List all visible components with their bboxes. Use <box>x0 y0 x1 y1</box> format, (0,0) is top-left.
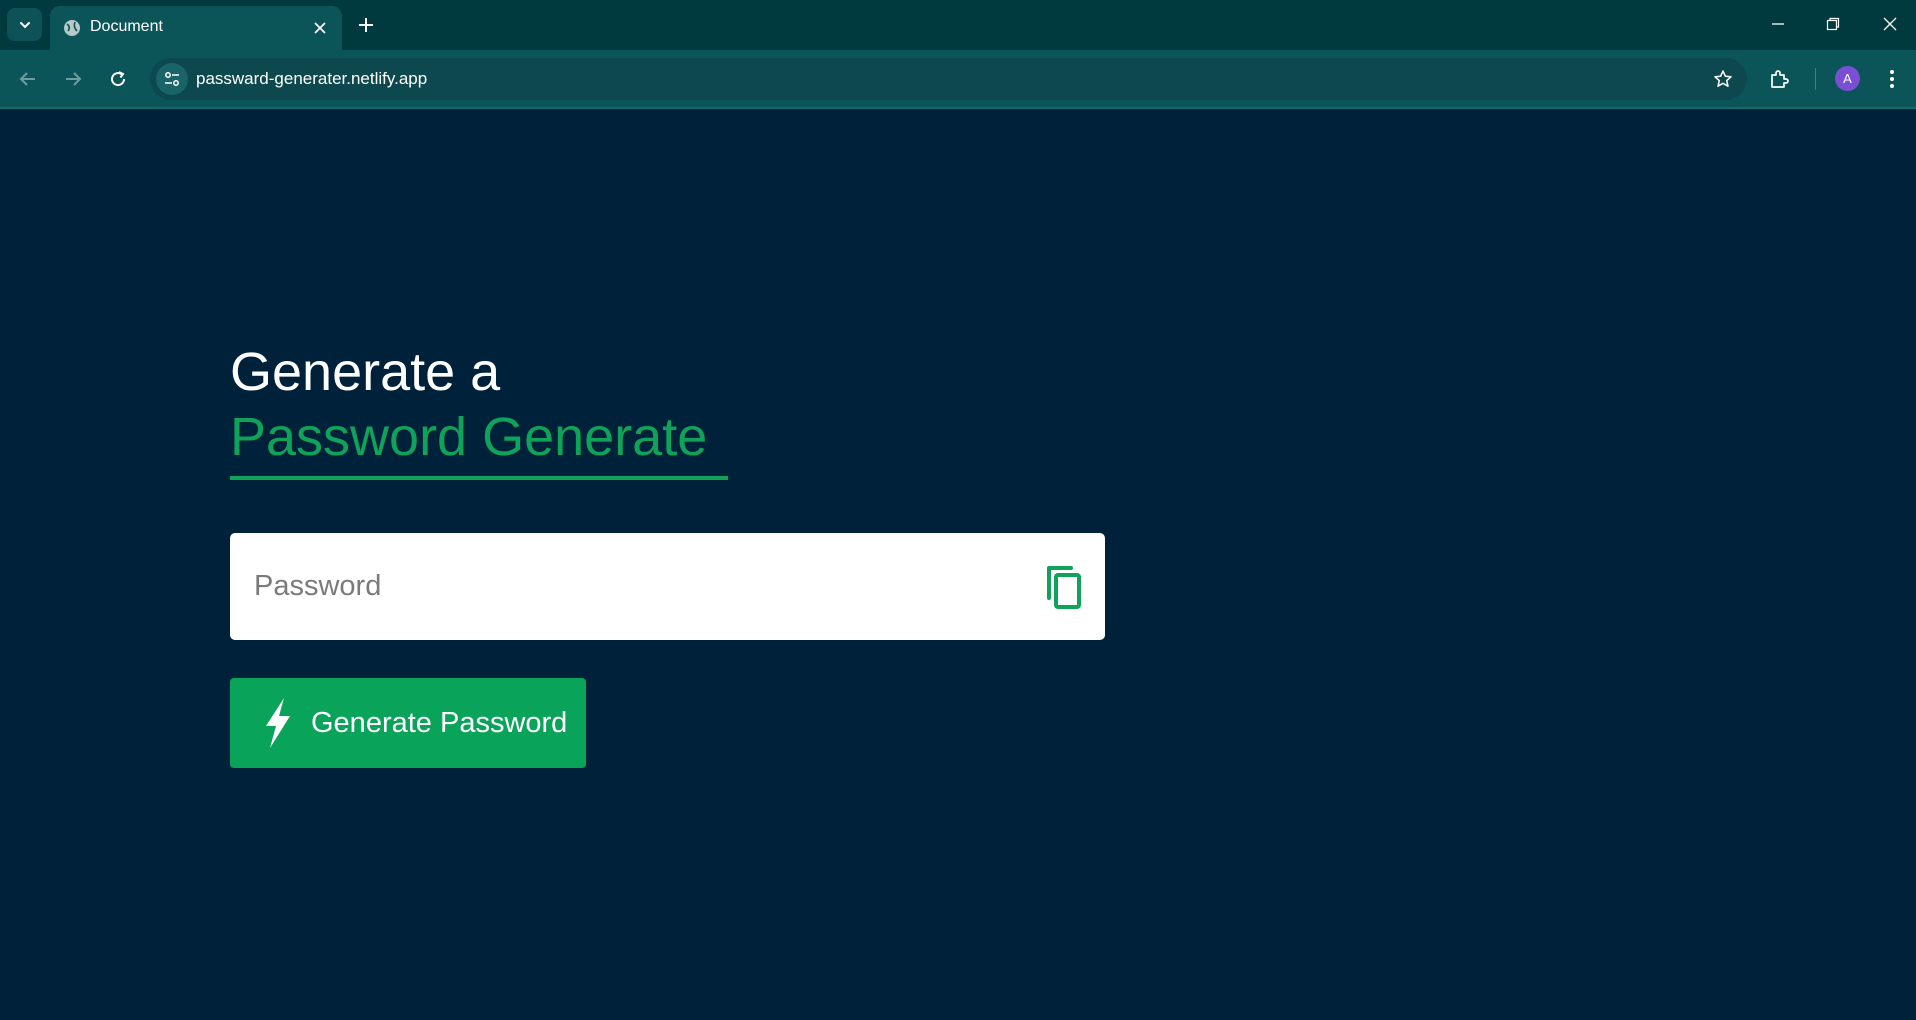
globe-icon <box>64 20 80 36</box>
minimize-button[interactable] <box>1756 6 1800 42</box>
address-bar[interactable]: passward-generater.netlify.app <box>150 58 1747 100</box>
reload-button[interactable] <box>101 62 135 96</box>
tab-title: Document <box>90 18 163 35</box>
url-text: passward-generater.netlify.app <box>196 69 428 88</box>
puzzle-icon <box>1771 70 1789 88</box>
generate-password-label: Generate Password <box>311 707 568 739</box>
restore-icon <box>1826 17 1840 31</box>
close-window-button[interactable] <box>1868 6 1912 42</box>
heading-line-1: Generate a <box>230 342 501 402</box>
copy-button[interactable] <box>1041 563 1085 611</box>
chevron-down-icon <box>19 21 30 28</box>
new-tab-button[interactable] <box>352 11 380 39</box>
browser-toolbar: passward-generater.netlify.app <box>0 50 1916 108</box>
forward-button[interactable] <box>56 62 90 96</box>
tab-search-button[interactable] <box>7 8 42 41</box>
active-tab[interactable]: Document <box>50 6 342 50</box>
generate-password-button[interactable]: Generate Password <box>230 678 586 768</box>
copy-icon <box>1047 566 1081 609</box>
tune-icon <box>165 72 179 86</box>
browser-tab-strip: Document <box>0 0 1916 50</box>
password-input[interactable] <box>254 563 994 609</box>
bookmark-button[interactable] <box>1711 67 1735 91</box>
restore-button[interactable] <box>1811 6 1855 42</box>
toolbar-divider <box>1815 68 1816 90</box>
reload-icon <box>111 71 126 87</box>
arrow-left-icon <box>19 72 35 86</box>
minimize-icon <box>1772 23 1784 25</box>
extensions-button[interactable] <box>1763 62 1797 96</box>
close-icon <box>1883 17 1897 31</box>
tab-close-button[interactable] <box>310 18 330 38</box>
lightning-icon <box>266 698 290 748</box>
star-icon <box>1714 70 1732 87</box>
heading-underline <box>230 476 728 480</box>
profile-avatar[interactable]: A <box>1835 66 1860 91</box>
site-info-button[interactable] <box>156 63 188 95</box>
password-box <box>230 533 1105 640</box>
plus-icon <box>359 18 373 32</box>
close-icon <box>314 22 326 34</box>
heading-line-2: Password Generate <box>230 407 708 467</box>
browser-menu-button[interactable] <box>1880 62 1904 96</box>
more-vertical-icon <box>1890 70 1894 88</box>
arrow-right-icon <box>66 72 82 86</box>
back-button[interactable] <box>11 62 45 96</box>
page-content: Generate a Password Generate Generate Pa… <box>0 109 1916 1020</box>
